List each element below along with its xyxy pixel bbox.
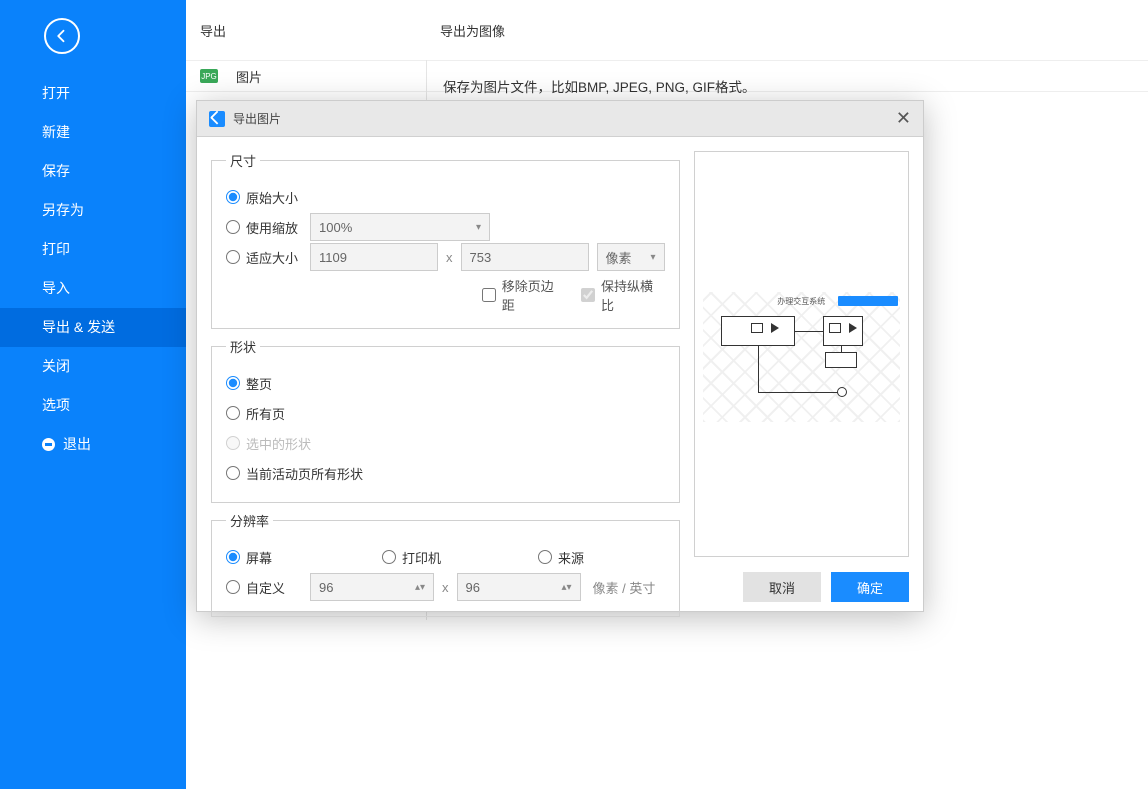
app-icon [209, 111, 225, 127]
height-input[interactable]: 753 [461, 243, 589, 271]
header-export-label: 导出 [200, 21, 440, 40]
height-value: 753 [470, 250, 492, 265]
checkbox-keep-ratio[interactable]: 保持纵横比 [581, 276, 664, 314]
sidebar-item-label: 导入 [42, 280, 70, 296]
checkbox-keep-ratio-input [581, 288, 595, 302]
radio-whole-page[interactable]: 整页 [226, 374, 302, 393]
checkbox-remove-margin-label: 移除页边距 [502, 276, 566, 314]
resolution-legend: 分辨率 [226, 511, 273, 530]
sidebar-item-save[interactable]: 保存 [0, 152, 186, 191]
sidebar-item-open[interactable]: 打开 [0, 74, 186, 113]
size-unit-value: 像素 [606, 248, 632, 267]
radio-whole-page-label: 整页 [246, 374, 272, 393]
dialog-titlebar: 导出图片 ✕ [197, 101, 923, 137]
size-fieldset: 尺寸 原始大小 使用缩放 100% ▾ [211, 151, 680, 329]
checkbox-remove-margin[interactable]: 移除页边距 [482, 276, 565, 314]
sidebar-item-import[interactable]: 导入 [0, 269, 186, 308]
radio-res-source-input[interactable] [538, 550, 552, 564]
radio-all-pages[interactable]: 所有页 [226, 404, 302, 423]
size-unit-select[interactable]: 像素 ▾ [597, 243, 665, 271]
sidebar-item-export-send[interactable]: 导出 & 发送 [0, 308, 186, 347]
dialog-close-button[interactable]: ✕ [896, 108, 911, 129]
export-image-dialog: 导出图片 ✕ 尺寸 原始大小 使用缩放 [196, 100, 924, 612]
main-header: 导出 导出为图像 [186, 0, 1148, 60]
sidebar-item-saveas[interactable]: 另存为 [0, 191, 186, 230]
dialog-title: 导出图片 [233, 110, 281, 127]
sidebar-item-label: 打印 [42, 241, 70, 257]
preview-brand-bar [838, 296, 898, 306]
radio-use-zoom[interactable]: 使用缩放 [226, 218, 302, 237]
sidebar-item-label: 导出 & 发送 [42, 319, 115, 335]
sidebar-item-label: 关闭 [42, 358, 70, 374]
radio-active-page-shapes[interactable]: 当前活动页所有形状 [226, 464, 363, 483]
radio-res-screen-input[interactable] [226, 550, 240, 564]
chevron-down-icon: ▾ [476, 222, 481, 233]
sidebar-item-label: 新建 [42, 124, 70, 140]
radio-whole-page-input[interactable] [226, 376, 240, 390]
radio-active-page-shapes-label: 当前活动页所有形状 [246, 464, 363, 483]
radio-selected-shapes-label: 选中的形状 [246, 434, 311, 453]
radio-original-size-label: 原始大小 [246, 188, 298, 207]
zoom-select[interactable]: 100% ▾ [310, 213, 490, 241]
radio-active-page-shapes-input[interactable] [226, 466, 240, 480]
export-type-label: 图片 [236, 67, 262, 86]
shape-fieldset: 形状 整页 所有页 选中的形状 [211, 337, 680, 503]
sidebar-item-label: 另存为 [42, 202, 84, 218]
ok-button[interactable]: 确定 [831, 572, 909, 602]
chevron-down-icon: ▾ [650, 252, 655, 263]
radio-original-size[interactable]: 原始大小 [226, 188, 302, 207]
preview-panel: 办理交互系统 [694, 151, 910, 557]
sidebar-item-print[interactable]: 打印 [0, 230, 186, 269]
radio-fit-size[interactable]: 适应大小 [226, 248, 302, 267]
sidebar-item-label: 打开 [42, 85, 70, 101]
back-button[interactable] [44, 18, 80, 54]
radio-fit-size-input[interactable] [226, 250, 240, 264]
sidebar-item-exit[interactable]: 退出 [0, 425, 186, 464]
width-value: 1109 [319, 250, 347, 265]
radio-use-zoom-input[interactable] [226, 220, 240, 234]
exit-icon [42, 438, 55, 451]
radio-selected-shapes-input [226, 436, 240, 450]
sidebar-item-new[interactable]: 新建 [0, 113, 186, 152]
sidebar-item-label: 选项 [42, 397, 70, 413]
radio-fit-size-label: 适应大小 [246, 248, 298, 267]
preview-thumbnail: 办理交互系统 [703, 292, 901, 422]
radio-all-pages-label: 所有页 [246, 404, 285, 423]
jpg-icon: JPG [200, 69, 218, 83]
sidebar-item-options[interactable]: 选项 [0, 386, 186, 425]
width-input[interactable]: 1109 [310, 243, 438, 271]
zoom-value: 100% [319, 220, 352, 235]
radio-res-printer-input[interactable] [382, 550, 396, 564]
arrow-left-icon [53, 27, 71, 45]
radio-selected-shapes: 选中的形状 [226, 434, 311, 453]
cancel-button[interactable]: 取消 [743, 572, 821, 602]
radio-use-zoom-label: 使用缩放 [246, 218, 298, 237]
size-x-separator: x [446, 250, 453, 265]
sidebar-item-label: 保存 [42, 163, 70, 179]
sidebar-item-label: 退出 [63, 436, 91, 452]
sidebar: 打开 新建 保存 另存为 打印 导入 导出 & 发送 关闭 选项 退出 [0, 0, 186, 789]
checkbox-remove-margin-input[interactable] [482, 288, 496, 302]
radio-all-pages-input[interactable] [226, 406, 240, 420]
size-legend: 尺寸 [226, 151, 260, 170]
checkbox-keep-ratio-label: 保持纵横比 [601, 276, 665, 314]
sidebar-item-close[interactable]: 关闭 [0, 347, 186, 386]
header-export-as-image-label: 导出为图像 [440, 21, 505, 40]
radio-original-size-input[interactable] [226, 190, 240, 204]
dialog-footer: 取消 确定 [197, 563, 923, 611]
shape-legend: 形状 [226, 337, 260, 356]
